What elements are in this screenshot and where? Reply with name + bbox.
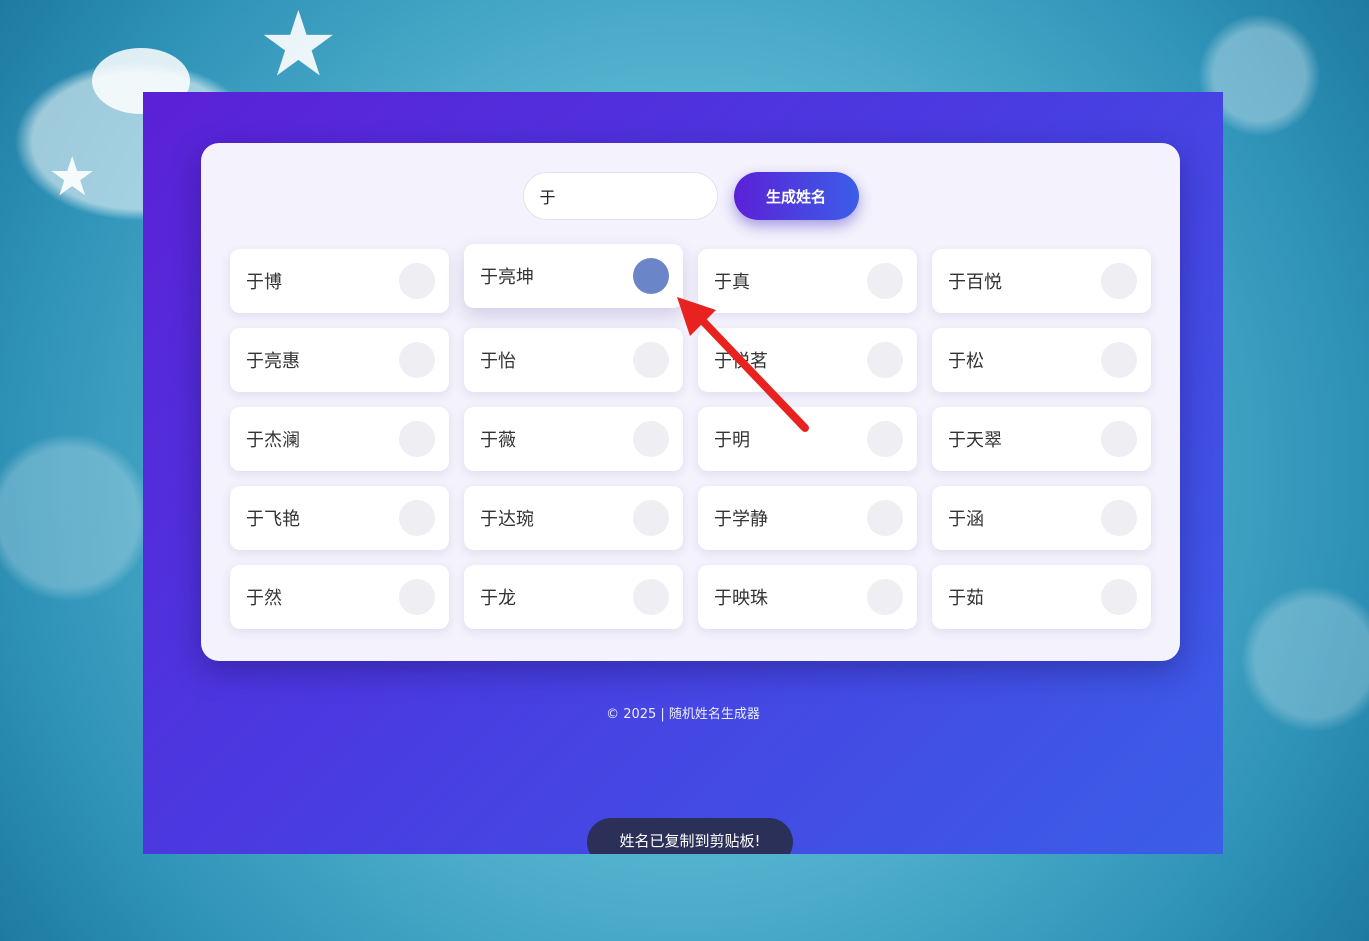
name-text: 于龙 [480,588,516,609]
name-card[interactable]: 于学静 [698,486,917,550]
name-text: 于亮坤 [480,267,534,288]
name-card[interactable]: 于达琬 [464,486,683,550]
copy-icon[interactable] [1101,421,1137,457]
name-text: 于学静 [714,509,768,530]
controls-row: 生成姓名 [201,172,1180,220]
name-card[interactable]: 于明 [698,407,917,471]
name-text: 于松 [948,351,984,372]
name-card[interactable]: 于真 [698,249,917,313]
name-card[interactable]: 于松 [932,328,1151,392]
surname-input[interactable] [522,172,718,220]
name-card[interactable]: 于悦茗 [698,328,917,392]
copy-icon[interactable] [633,258,669,294]
toast-text: 姓名已复制到剪贴板! [619,832,761,850]
generator-card: 生成姓名 于博 于亮坤 于真 于百悦于亮惠 于怡 于悦茗 于松于杰澜 于薇 于明 于天翠于飞艳 于达… [201,143,1180,661]
name-text: 于博 [246,272,282,293]
footer-text: © 2025 | 随机姓名生成器 [606,707,760,722]
name-grid: 于博 于亮坤 于真 于百悦 于亮惠 于怡 于悦茗 于松 于杰澜 于薇 于明 于天翠 于飞艳 于达琬 于学静于… [230,244,1151,629]
name-text: 于亮惠 [246,351,300,372]
copy-icon[interactable] [399,263,435,299]
name-text: 于飞艳 [246,509,300,530]
copy-icon[interactable] [633,579,669,615]
copy-icon[interactable] [867,500,903,536]
name-text: 于涵 [948,509,984,530]
name-card[interactable]: 于飞艳 [230,486,449,550]
name-card[interactable]: 于怡 [464,328,683,392]
name-text: 于杰澜 [246,430,300,451]
name-text: 于怡 [480,351,516,372]
copy-icon[interactable] [867,342,903,378]
copy-icon[interactable] [633,500,669,536]
generate-button[interactable]: 生成姓名 [733,172,859,220]
app-window: 生成姓名 于博 于亮坤 于真 于百悦于亮惠 于怡 于悦茗 于松于杰澜 于薇 于明 于天翠于飞艳 于达… [143,92,1223,854]
copy-icon[interactable] [633,421,669,457]
name-text: 于百悦 [948,272,1002,293]
copy-icon[interactable] [867,579,903,615]
name-text: 于达琬 [480,509,534,530]
name-card[interactable]: 于龙 [464,565,683,629]
copy-icon[interactable] [1101,263,1137,299]
copy-icon[interactable] [1101,579,1137,615]
background-star-icon: ★ [258,0,339,97]
name-text: 于天翠 [948,430,1002,451]
background-star-icon: ★ [48,145,97,208]
copy-icon[interactable] [399,421,435,457]
copy-icon[interactable] [1101,500,1137,536]
name-card[interactable]: 于亮惠 [230,328,449,392]
name-card[interactable]: 于茹 [932,565,1151,629]
copy-icon[interactable] [867,263,903,299]
copy-icon[interactable] [867,421,903,457]
copy-icon[interactable] [399,500,435,536]
name-text: 于真 [714,272,750,293]
name-text: 于薇 [480,430,516,451]
copy-toast: 姓名已复制到剪贴板! [587,818,793,854]
name-text: 于茹 [948,588,984,609]
name-text: 于然 [246,588,282,609]
copy-icon[interactable] [1101,342,1137,378]
name-card[interactable]: 于百悦 [932,249,1151,313]
copy-icon[interactable] [399,579,435,615]
name-card[interactable]: 于映珠 [698,565,917,629]
name-card[interactable]: 于涵 [932,486,1151,550]
name-text: 于明 [714,430,750,451]
name-card[interactable]: 于亮坤 [464,244,683,308]
copy-icon[interactable] [633,342,669,378]
name-card[interactable]: 于薇 [464,407,683,471]
name-card[interactable]: 于然 [230,565,449,629]
name-text: 于悦茗 [714,351,768,372]
name-text: 于映珠 [714,588,768,609]
name-card[interactable]: 于博 [230,249,449,313]
copy-icon[interactable] [399,342,435,378]
name-card[interactable]: 于天翠 [932,407,1151,471]
name-card[interactable]: 于杰澜 [230,407,449,471]
